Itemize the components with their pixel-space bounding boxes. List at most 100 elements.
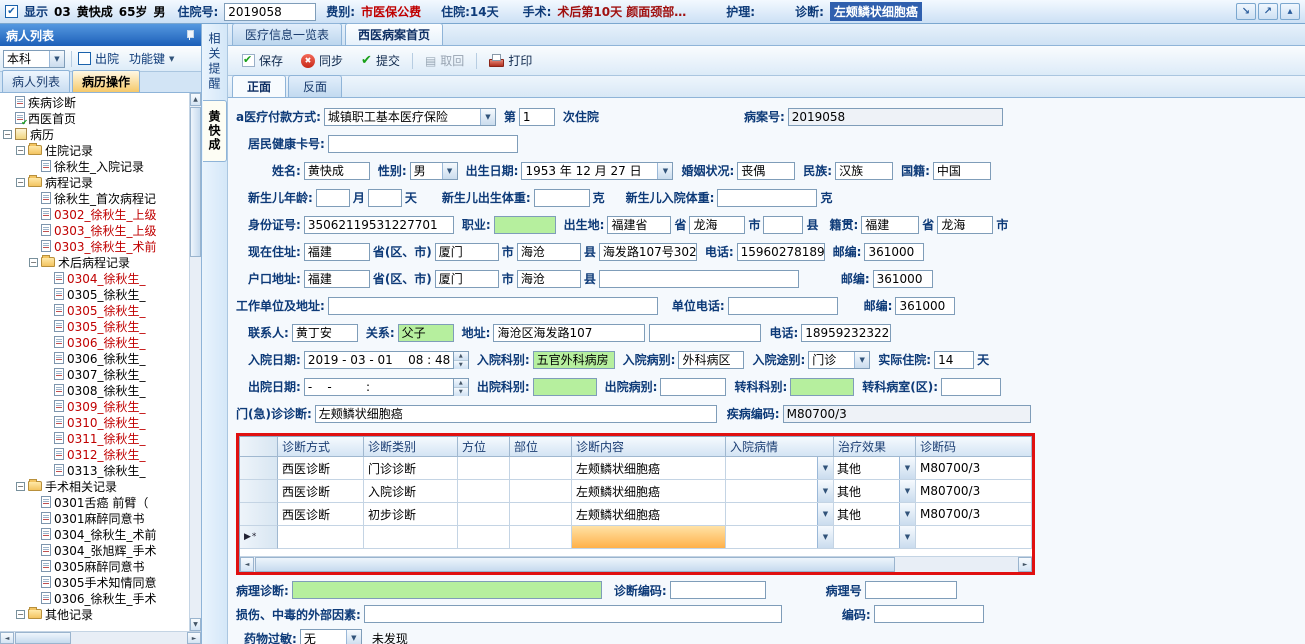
newborn-age-day-field[interactable] bbox=[367, 188, 402, 207]
tree-expander-icon[interactable]: − bbox=[16, 145, 25, 155]
actual-stay-field[interactable]: 14 bbox=[934, 350, 975, 369]
cell-direction[interactable] bbox=[458, 503, 510, 526]
tree-item[interactable]: 0310_徐秋生_ bbox=[0, 414, 189, 430]
cell-diagnosis-code[interactable] bbox=[916, 526, 1032, 549]
scroll-up-icon[interactable]: ▲ bbox=[190, 93, 201, 106]
expand-window-icon[interactable]: ↗ bbox=[1258, 3, 1278, 20]
admission-count-field[interactable]: 1 bbox=[518, 107, 555, 126]
patient-vertical-tab[interactable]: 黄快成 bbox=[203, 100, 227, 162]
outpatient-diagnosis-field[interactable]: 左颊鳞状细胞癌 bbox=[314, 404, 717, 423]
birthplace-county-field[interactable] bbox=[763, 215, 804, 234]
nationality-field[interactable]: 中国 bbox=[932, 161, 991, 180]
drug-allergy-select[interactable]: 无 ▼ bbox=[299, 629, 362, 644]
tree-item[interactable]: 0308_徐秋生_ bbox=[0, 382, 189, 398]
treatment-effect-select[interactable]: 其他 ▼ bbox=[834, 457, 916, 480]
current-county-field[interactable]: 海沧 bbox=[516, 242, 581, 261]
tree-horizontal-scrollbar[interactable]: ◄ ► bbox=[0, 631, 201, 644]
tree-expander-icon[interactable]: − bbox=[3, 129, 12, 139]
function-key-button[interactable]: 功能键 bbox=[129, 50, 165, 67]
current-province-field[interactable]: 福建 bbox=[303, 242, 370, 261]
disease-code-field[interactable]: M80700/3 bbox=[782, 404, 1031, 423]
scroll-left-icon[interactable]: ◄ bbox=[240, 557, 254, 572]
collapse-panel-icon[interactable]: ▴ bbox=[1280, 3, 1300, 20]
tree-item[interactable]: 徐秋生_首次病程记 bbox=[0, 190, 189, 206]
tree-item[interactable]: 0303_徐秋生_术前 bbox=[0, 238, 189, 254]
treatment-effect-select[interactable]: 其他 ▼ bbox=[834, 480, 916, 503]
dropdown-arrow-icon[interactable]: ▼ bbox=[345, 630, 361, 644]
dropdown-arrow-icon[interactable]: ▼ bbox=[49, 50, 64, 67]
admit-date-field[interactable]: 2019 - 03 - 01 08 : 48 bbox=[303, 350, 454, 369]
cell-diagnosis-content[interactable]: 左颊鳞状细胞癌 bbox=[572, 457, 726, 480]
cell-diagnosis-category[interactable]: 门诊诊断 bbox=[364, 457, 458, 480]
cell-direction[interactable] bbox=[458, 457, 510, 480]
discharge-dept-field[interactable] bbox=[532, 377, 597, 396]
cell-diagnosis-method[interactable]: 西医诊断 bbox=[278, 480, 364, 503]
admit-route-select[interactable]: 门诊 ▼ bbox=[808, 350, 871, 369]
zip-field[interactable]: 361000 bbox=[864, 242, 925, 261]
scroll-left-icon[interactable]: ◄ bbox=[0, 632, 14, 644]
zip-field[interactable]: 361000 bbox=[872, 269, 933, 288]
cell-diagnosis-code[interactable]: M80700/3 bbox=[916, 503, 1032, 526]
tree-item[interactable]: 0302_徐秋生_上级 bbox=[0, 206, 189, 222]
dropdown-arrow-icon[interactable]: ▼ bbox=[817, 457, 833, 479]
tab-back-side[interactable]: 反面 bbox=[288, 75, 343, 97]
dropdown-arrow-icon[interactable]: ▼ bbox=[899, 457, 915, 479]
tree-item[interactable]: 0312_徐秋生_ bbox=[0, 446, 189, 462]
cell-body-part[interactable] bbox=[510, 526, 572, 549]
admission-condition-select[interactable]: ▼ bbox=[726, 503, 834, 526]
contact-address2-field[interactable] bbox=[649, 323, 762, 342]
tab-record-operations[interactable]: 病历操作 bbox=[72, 70, 141, 92]
tab-patient-list[interactable]: 病人列表 bbox=[2, 70, 71, 92]
row-selector[interactable] bbox=[240, 480, 278, 503]
scroll-right-icon[interactable]: ► bbox=[187, 632, 201, 644]
phone-field[interactable]: 15960278189 bbox=[736, 242, 825, 261]
name-field[interactable]: 黄快成 bbox=[303, 161, 370, 180]
tree-item[interactable]: − 其他记录 bbox=[0, 606, 189, 622]
chevron-down-icon[interactable]: ▼ bbox=[169, 55, 174, 63]
cell-diagnosis-content[interactable] bbox=[572, 526, 726, 549]
tree-item[interactable]: 0304_徐秋生_ bbox=[0, 270, 189, 286]
occupation-field[interactable] bbox=[493, 215, 556, 234]
dropdown-arrow-icon[interactable]: ▼ bbox=[479, 108, 495, 125]
scroll-track[interactable] bbox=[72, 632, 187, 644]
tree-item[interactable]: − 手术相关记录 bbox=[0, 478, 189, 494]
diagnosis-code-field[interactable] bbox=[669, 581, 766, 599]
dropdown-arrow-icon[interactable]: ▼ bbox=[817, 503, 833, 525]
payment-type-select[interactable]: 城镇职工基本医疗保险 ▼ bbox=[323, 107, 496, 126]
contact-field[interactable]: 黄丁安 bbox=[291, 323, 358, 342]
dropdown-arrow-icon[interactable]: ▼ bbox=[817, 480, 833, 502]
tree-vertical-scrollbar[interactable]: ▲ ▼ bbox=[189, 93, 201, 631]
cell-diagnosis-method[interactable]: 西医诊断 bbox=[278, 457, 364, 480]
department-select[interactable]: 本科 ▼ bbox=[3, 49, 65, 68]
id-card-field[interactable]: 35062119531227701 bbox=[303, 215, 454, 234]
cell-diagnosis-category[interactable]: 初步诊断 bbox=[364, 503, 458, 526]
marital-field[interactable]: 丧偶 bbox=[737, 161, 796, 180]
table-horizontal-scrollbar[interactable]: ◄ ► bbox=[240, 557, 1032, 572]
cell-body-part[interactable] bbox=[510, 480, 572, 503]
health-card-field[interactable] bbox=[327, 134, 518, 153]
pathology-no-field[interactable] bbox=[864, 581, 957, 599]
transfer-ward-field[interactable] bbox=[941, 377, 1002, 396]
tree-item[interactable]: 0309_徐秋生_ bbox=[0, 398, 189, 414]
cell-diagnosis-code[interactable]: M80700/3 bbox=[916, 457, 1032, 480]
tree-expander-icon[interactable]: − bbox=[16, 609, 25, 619]
tree-item[interactable]: 西医首页 bbox=[0, 110, 189, 126]
tree-item[interactable]: 0304_张旭辉_手术 bbox=[0, 542, 189, 558]
cell-diagnosis-code[interactable]: M80700/3 bbox=[916, 480, 1032, 503]
cell-diagnosis-method[interactable] bbox=[278, 526, 364, 549]
show-checkbox[interactable]: ✔ bbox=[5, 5, 18, 18]
retrieve-button[interactable]: 取回 bbox=[417, 49, 472, 72]
pin-icon[interactable] bbox=[185, 29, 195, 41]
dropdown-arrow-icon[interactable]: ▼ bbox=[899, 480, 915, 502]
code-field[interactable] bbox=[873, 605, 984, 623]
cell-diagnosis-category[interactable]: 入院诊断 bbox=[364, 480, 458, 503]
dropdown-arrow-icon[interactable]: ▼ bbox=[441, 162, 457, 179]
tree-item[interactable]: 0301麻醉同意书 bbox=[0, 510, 189, 526]
tree-expander-icon[interactable]: − bbox=[16, 481, 25, 491]
date-spinner[interactable]: ▲ ▼ bbox=[453, 377, 469, 396]
treatment-effect-select[interactable]: 其他 ▼ bbox=[834, 503, 916, 526]
dropdown-arrow-icon[interactable]: ▼ bbox=[854, 351, 870, 368]
tree-item[interactable]: 疾病诊断 bbox=[0, 94, 189, 110]
tree-item[interactable]: 0311_徐秋生_ bbox=[0, 430, 189, 446]
newborn-age-month-field[interactable] bbox=[315, 188, 350, 207]
